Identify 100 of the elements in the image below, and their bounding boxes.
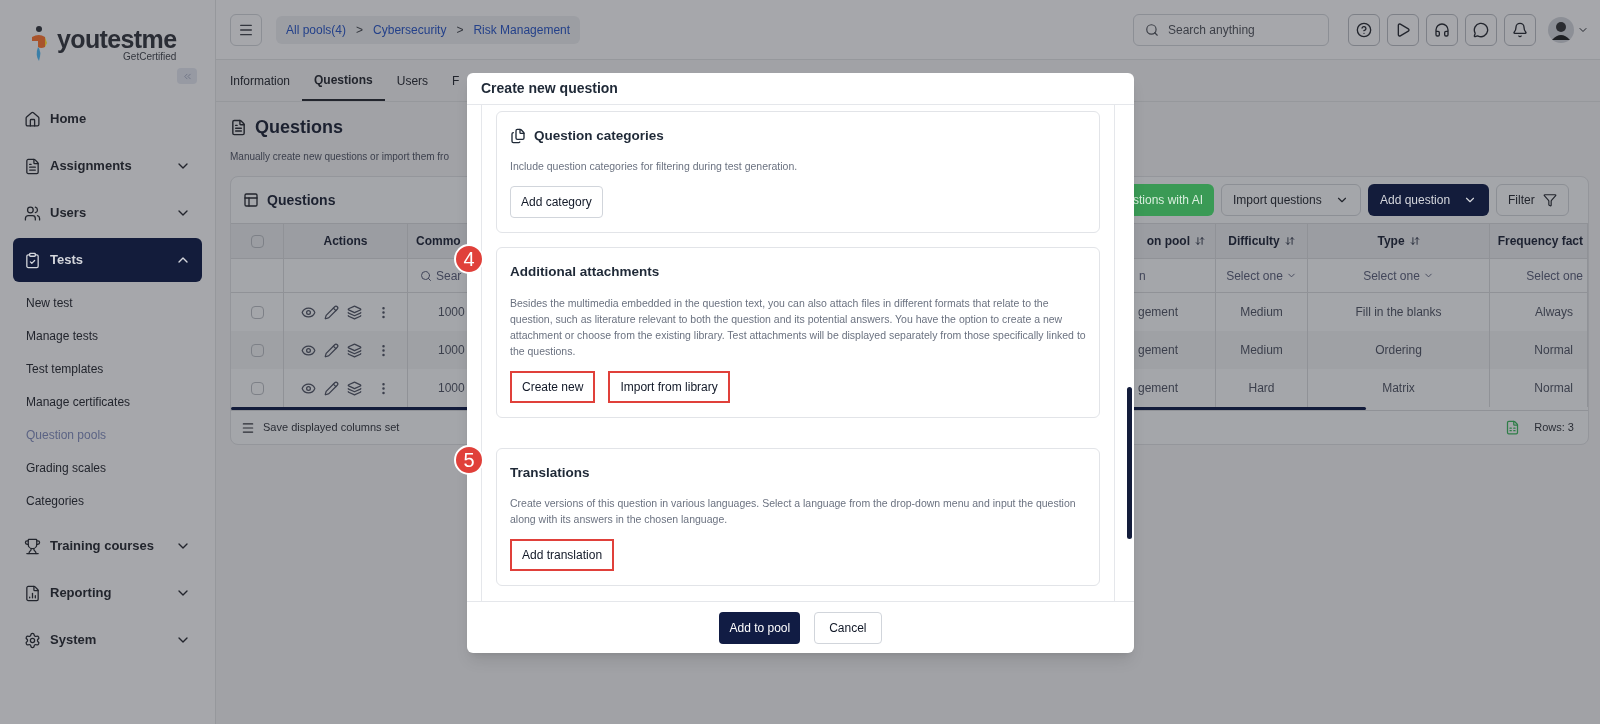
column-header[interactable]: on pool <box>1146 232 1205 250</box>
sidebar-item-label: Home <box>50 110 88 129</box>
layers-icon[interactable] <box>346 304 362 320</box>
section-button[interactable]: Create new <box>510 370 596 403</box>
section-description: Include question categories for filtering during test generation. <box>510 159 799 175</box>
view-icon[interactable] <box>300 342 316 358</box>
sidebar-subitem[interactable]: Test templates <box>13 352 202 385</box>
table-cell-text: 1000 <box>438 304 465 321</box>
rows-count: Rows: 3 <box>1534 420 1574 436</box>
cancel-button[interactable]: Cancel <box>814 611 882 644</box>
row-checkbox[interactable] <box>250 305 264 319</box>
sidebar-item[interactable]: Training courses <box>13 524 202 568</box>
table-cell-text: gement <box>1138 380 1179 397</box>
table-cell-text: Ordering <box>1375 342 1422 359</box>
column-filter-select[interactable]: Select one <box>1363 266 1434 285</box>
play-button[interactable] <box>1387 13 1419 46</box>
avatar[interactable] <box>1548 16 1574 43</box>
layers-icon[interactable] <box>346 342 362 358</box>
table-cell-text: Normal <box>1534 380 1573 397</box>
sidebar-subitem[interactable]: Grading scales <box>13 451 202 484</box>
breadcrumb-separator: > <box>456 21 464 39</box>
column-filter-field[interactable]: n <box>1139 266 1146 285</box>
tab[interactable]: Users <box>384 61 441 101</box>
table-icon <box>243 192 259 208</box>
section-button[interactable]: Add category <box>510 186 603 219</box>
sidebar-item[interactable]: Users <box>13 191 202 235</box>
section-button[interactable]: Import from library <box>608 370 730 403</box>
tab[interactable]: Information <box>218 61 303 101</box>
view-icon[interactable] <box>300 380 316 396</box>
sidebar-item-label: Training courses <box>50 537 156 556</box>
dialog-title: Create new question <box>481 79 618 98</box>
sidebar-subitem[interactable]: Manage certificates <box>13 385 202 418</box>
play-icon <box>1395 21 1411 38</box>
headset-button[interactable] <box>1426 13 1458 46</box>
notification-button[interactable] <box>1504 13 1536 46</box>
column-filter-select[interactable]: Select one <box>1226 266 1297 285</box>
logo-icon <box>29 25 49 63</box>
sidebar-item[interactable]: Assignments <box>13 144 202 188</box>
edit-icon[interactable] <box>323 304 339 320</box>
sidebar-item[interactable]: Reporting <box>13 571 202 615</box>
sidebar-item-label: Users <box>50 204 88 223</box>
sidebar-subitem[interactable]: Manage tests <box>13 319 202 352</box>
section-title: Translations <box>510 463 590 482</box>
help-icon <box>1356 21 1372 38</box>
tab[interactable]: Questions <box>302 61 385 101</box>
add-question-button[interactable]: Add question <box>1368 184 1489 216</box>
menu-button[interactable] <box>230 13 262 46</box>
section-description: Create versions of this question in various languages. Select a language from the drop-down menu and input the question along with its answers in the chosen language. <box>510 495 1077 527</box>
table-cell-text: Fill in the blanks <box>1355 304 1442 321</box>
view-icon[interactable] <box>300 304 316 320</box>
table-cell-text: Matrix <box>1382 380 1415 397</box>
table-cell-text: gement <box>1138 304 1179 321</box>
logo-tagline: GetCertified <box>123 51 177 62</box>
filter-icon <box>1543 193 1557 207</box>
sidebar-item[interactable]: Home <box>13 97 202 141</box>
chat-icon <box>1473 21 1489 38</box>
breadcrumb-link[interactable]: Cybersecurity <box>373 20 447 39</box>
table-cell-text: Normal <box>1534 342 1573 359</box>
import-questions-button[interactable]: Import questions <box>1221 184 1361 216</box>
clipboard-icon <box>24 251 41 269</box>
sidebar-item[interactable]: Tests <box>13 238 202 282</box>
logo-text: youtestme <box>57 26 177 52</box>
edit-icon[interactable] <box>323 380 339 396</box>
headset-icon <box>1434 21 1450 38</box>
table-cell-text: 1000 <box>438 342 465 359</box>
filter-button[interactable]: Filter <box>1496 184 1569 216</box>
vertical-scrollbar[interactable] <box>1127 387 1132 539</box>
help-button[interactable] <box>1348 13 1380 46</box>
breadcrumb-link[interactable]: All pools(4) <box>286 20 347 39</box>
document-icon <box>230 119 247 136</box>
save-columns-link[interactable]: Save displayed columns set <box>263 419 400 436</box>
sort-icon <box>1284 236 1295 246</box>
row-checkbox[interactable] <box>250 343 264 357</box>
sidebar-item[interactable]: System <box>13 618 202 662</box>
layers-icon[interactable] <box>346 380 362 396</box>
row-checkbox[interactable] <box>250 381 264 395</box>
column-header[interactable]: Frequency fact <box>1497 232 1583 250</box>
sidebar-item-label: System <box>50 631 98 650</box>
chat-button[interactable] <box>1465 13 1497 46</box>
add-to-pool-button[interactable]: Add to pool <box>719 611 801 644</box>
tab[interactable]: F <box>440 61 472 101</box>
edit-icon[interactable] <box>323 342 339 358</box>
table-cell-text: 1000 <box>438 380 465 397</box>
section-title: Additional attachments <box>510 263 660 282</box>
column-header[interactable]: Difficulty <box>1228 232 1295 250</box>
sidebar-subitem[interactable]: Categories <box>13 484 202 517</box>
column-filter-select[interactable]: Select one <box>1526 266 1583 285</box>
select-all-checkbox[interactable] <box>250 234 264 248</box>
sidebar-subitem[interactable]: New test <box>13 286 202 319</box>
column-header[interactable]: Type <box>1377 232 1420 250</box>
page-description: Manually create new questions or import them fro <box>230 150 450 164</box>
column-header[interactable]: Actions <box>323 232 368 250</box>
breadcrumb-link[interactable]: Risk Management <box>473 20 571 39</box>
section-title: Question categories <box>534 127 664 145</box>
sidebar-item-label: Assignments <box>50 157 133 176</box>
section-button[interactable]: Add translation <box>510 538 615 571</box>
home-icon <box>24 110 41 128</box>
sidebar-item-label: Tests <box>50 251 84 270</box>
search-field[interactable]: Search anything <box>1133 13 1329 46</box>
search-icon <box>420 269 432 282</box>
